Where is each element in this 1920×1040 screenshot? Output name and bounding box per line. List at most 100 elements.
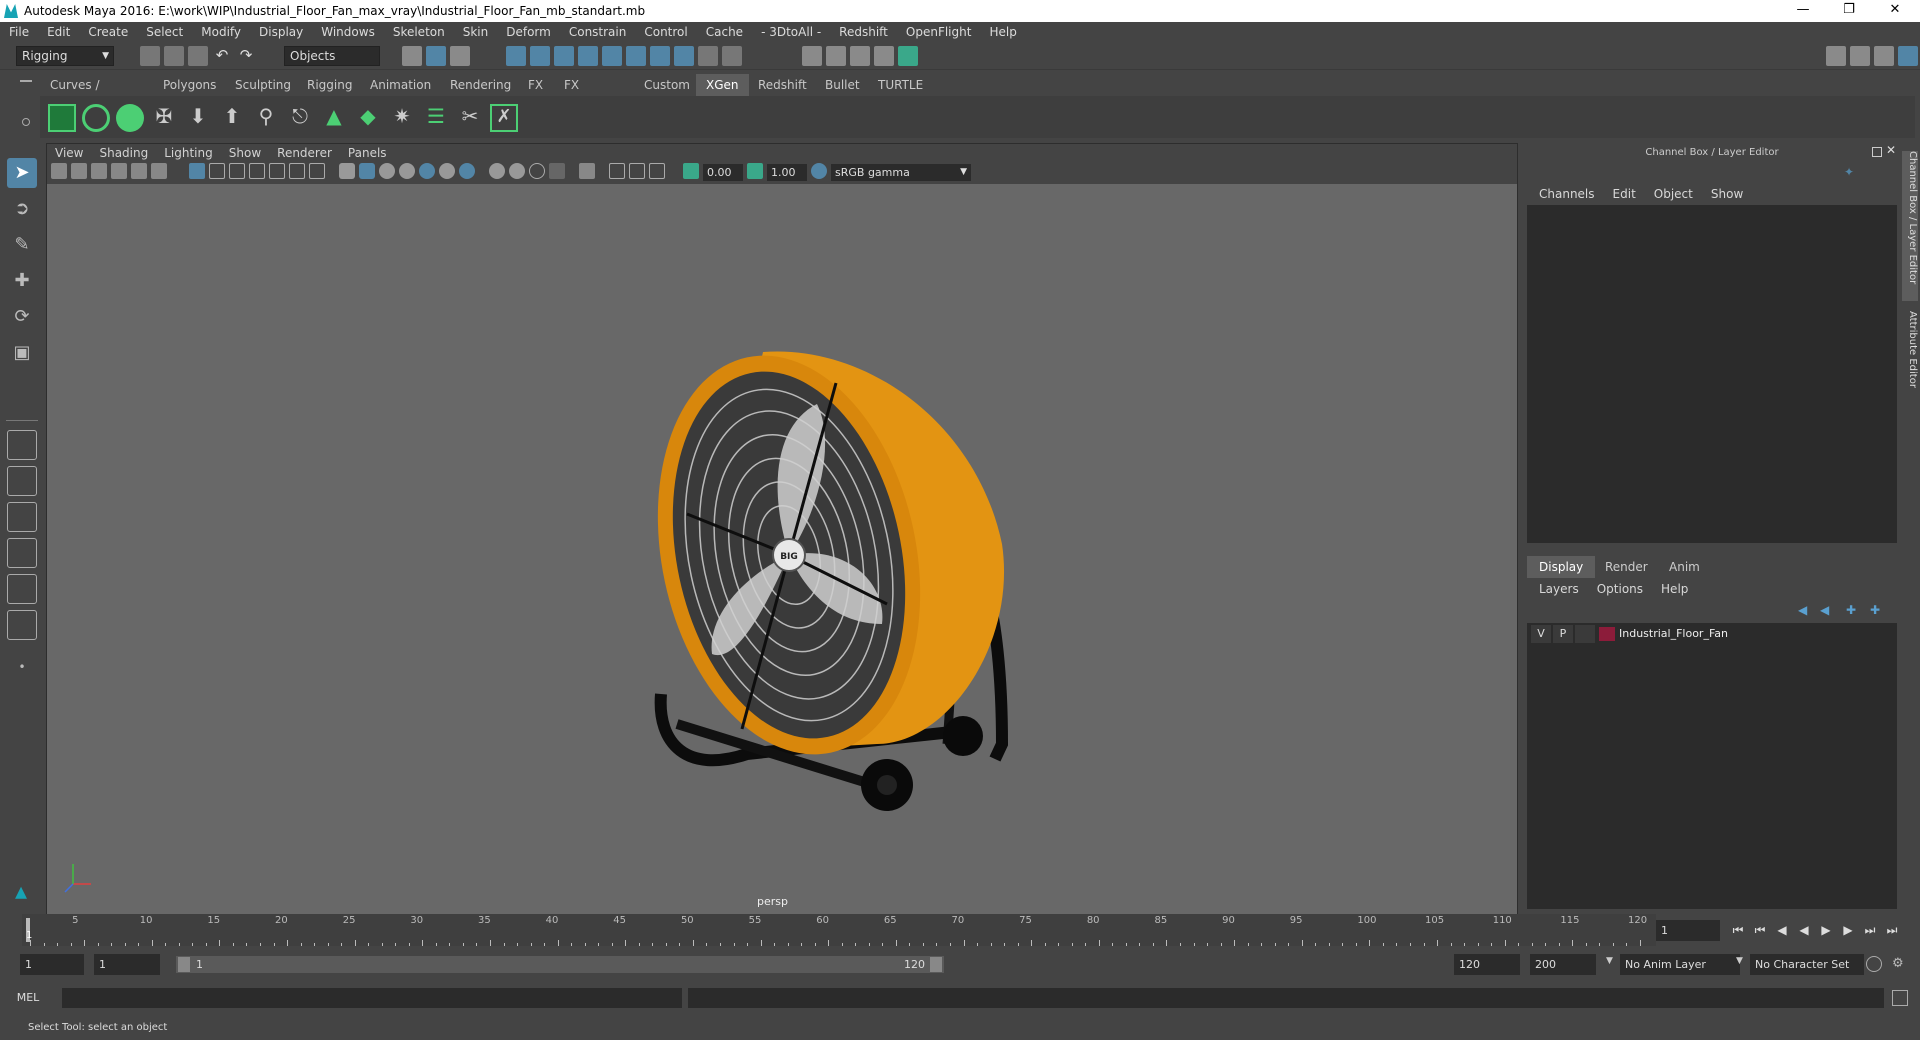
- animation-preferences-icon[interactable]: ⚙: [1892, 956, 1908, 972]
- single-perspective-layout-icon[interactable]: [7, 430, 37, 460]
- animation-start-field[interactable]: 1: [20, 954, 84, 975]
- playback-end-field[interactable]: 120: [1454, 954, 1520, 975]
- menu-control[interactable]: Control: [635, 22, 696, 42]
- channel-box-menu-object[interactable]: Object: [1645, 187, 1702, 201]
- persp-outliner-layout-icon[interactable]: [7, 502, 37, 532]
- menu-3dtoall[interactable]: - 3DtoAll -: [752, 22, 830, 42]
- range-end-handle[interactable]: [930, 957, 942, 972]
- tab-curves-surfaces[interactable]: Curves / Surfaces: [40, 74, 112, 114]
- layer-row[interactable]: V P Industrial_Floor_Fan: [1529, 625, 1895, 643]
- input-output-icon[interactable]: [722, 46, 742, 66]
- exposure-icon[interactable]: [683, 163, 699, 179]
- layer-menu-layers[interactable]: Layers: [1530, 579, 1588, 599]
- command-input[interactable]: [62, 988, 682, 1008]
- restore-icon[interactable]: ❐: [1826, 0, 1872, 22]
- panel-menu-panels[interactable]: Panels: [340, 144, 395, 162]
- panel-menu-shading[interactable]: Shading: [91, 144, 156, 162]
- xgen-fur-icon[interactable]: ☰: [422, 104, 450, 132]
- xgen-description-icon[interactable]: [116, 104, 144, 132]
- select-tool-icon[interactable]: ➤: [7, 158, 37, 188]
- move-layer-down-icon[interactable]: ◀: [1820, 603, 1834, 617]
- camera-select-icon[interactable]: [51, 163, 67, 179]
- close-icon[interactable]: ✕: [1872, 0, 1918, 22]
- current-frame-field[interactable]: 1: [1656, 920, 1720, 941]
- four-view-layout-icon[interactable]: [7, 466, 37, 496]
- menu-openflight[interactable]: OpenFlight: [897, 22, 981, 42]
- menu-deform[interactable]: Deform: [497, 22, 560, 42]
- close-panel-icon[interactable]: ✕: [1886, 143, 1896, 157]
- snap-live-icon[interactable]: [650, 46, 670, 66]
- channel-box-toggle-icon[interactable]: [1898, 46, 1918, 66]
- step-back-key-icon[interactable]: ⏮: [1752, 922, 1768, 938]
- shelf-settings-icon[interactable]: [22, 118, 30, 126]
- exposure-field[interactable]: 0.00: [703, 164, 743, 181]
- lasso-tool-icon[interactable]: ➲: [7, 194, 37, 224]
- xgen-interactive-groom-icon[interactable]: ✷: [388, 104, 416, 132]
- redo-icon[interactable]: ↷: [236, 46, 256, 66]
- select-component-icon[interactable]: [450, 46, 470, 66]
- save-scene-icon[interactable]: [188, 46, 208, 66]
- snap-view-plane-icon[interactable]: [578, 46, 598, 66]
- auto-key-icon[interactable]: [1866, 956, 1882, 972]
- layer-color-swatch[interactable]: [1599, 627, 1615, 641]
- time-slider[interactable]: 1 5 10 15 20 25 30 35 40 45 50 55 60 65 70 75 80 85 90 95 1…: [22, 914, 1656, 946]
- menu-display[interactable]: Display: [250, 22, 312, 42]
- chevron-down-icon[interactable]: ▼: [1606, 956, 1613, 966]
- character-set-dropdown[interactable]: No Character Set: [1750, 954, 1864, 975]
- layer-visibility-toggle[interactable]: V: [1531, 625, 1551, 643]
- outliner-persp-layout-icon[interactable]: [7, 610, 37, 640]
- selection-mode-dropdown[interactable]: Objects: [284, 46, 380, 66]
- xray-joints-icon[interactable]: [629, 163, 645, 179]
- shadows-icon[interactable]: [459, 163, 475, 179]
- layer-menu-options[interactable]: Options: [1588, 579, 1652, 599]
- shelf-menu-icon[interactable]: [20, 80, 32, 82]
- xgen-preview-icon[interactable]: [82, 104, 110, 132]
- tab-rigging[interactable]: Rigging: [297, 74, 362, 96]
- menu-windows[interactable]: Windows: [312, 22, 384, 42]
- float-panel-icon[interactable]: [1872, 147, 1882, 157]
- field-chart-icon[interactable]: [269, 163, 285, 179]
- new-scene-icon[interactable]: [140, 46, 160, 66]
- menuset-dropdown[interactable]: Rigging ▼: [16, 46, 114, 66]
- color-management-icon[interactable]: [811, 163, 827, 179]
- move-layer-up-icon[interactable]: ◀: [1798, 603, 1812, 617]
- modeling-toolkit-icon[interactable]: [1826, 46, 1846, 66]
- menu-file[interactable]: File: [0, 22, 38, 42]
- channel-box-area[interactable]: [1527, 205, 1897, 543]
- tab-bullet[interactable]: Bullet: [815, 74, 870, 96]
- playback-start-field[interactable]: 1: [94, 954, 160, 975]
- undo-icon[interactable]: ↶: [212, 46, 232, 66]
- channel-box-menu-channels[interactable]: Channels: [1530, 187, 1604, 201]
- menu-cache[interactable]: Cache: [697, 22, 752, 42]
- layer-name[interactable]: Industrial_Floor_Fan: [1619, 625, 1728, 643]
- 2d-pan-zoom-icon[interactable]: [131, 163, 147, 179]
- 3d-viewport[interactable]: BIG persp: [47, 184, 1517, 914]
- smooth-shade-icon[interactable]: [359, 163, 375, 179]
- lock-icon[interactable]: [698, 46, 718, 66]
- safe-action-icon[interactable]: [289, 163, 305, 179]
- tab-xgen[interactable]: XGen: [696, 74, 749, 96]
- film-gate-icon[interactable]: [209, 163, 225, 179]
- xgen-cut-icon[interactable]: ✂: [456, 104, 484, 132]
- gamma-field[interactable]: 1.00: [767, 164, 807, 181]
- range-start-handle[interactable]: [178, 957, 190, 972]
- layer-display-type-toggle[interactable]: [1575, 625, 1595, 643]
- screen-space-ao-icon[interactable]: [489, 163, 505, 179]
- channel-box-menu-edit[interactable]: Edit: [1604, 187, 1645, 201]
- xgen-add-guide-icon[interactable]: ✠: [150, 104, 178, 132]
- panel-menu-lighting[interactable]: Lighting: [156, 144, 221, 162]
- menu-redshift[interactable]: Redshift: [830, 22, 897, 42]
- new-layer-icon[interactable]: ✚: [1846, 603, 1860, 617]
- menu-skin[interactable]: Skin: [454, 22, 498, 42]
- default-material-icon[interactable]: [379, 163, 395, 179]
- menu-edit[interactable]: Edit: [38, 22, 79, 42]
- anti-aliasing-icon[interactable]: [529, 163, 545, 179]
- attribute-editor-toggle-icon[interactable]: [1850, 46, 1870, 66]
- panel-menu-show[interactable]: Show: [221, 144, 269, 162]
- isolate-select-icon[interactable]: [579, 163, 595, 179]
- persp-hypershade-layout-icon[interactable]: [7, 574, 37, 604]
- tab-turtle[interactable]: TURTLE: [868, 74, 933, 96]
- snap-point-icon[interactable]: [554, 46, 574, 66]
- lights-icon[interactable]: [439, 163, 455, 179]
- layer-menu-help[interactable]: Help: [1652, 579, 1697, 599]
